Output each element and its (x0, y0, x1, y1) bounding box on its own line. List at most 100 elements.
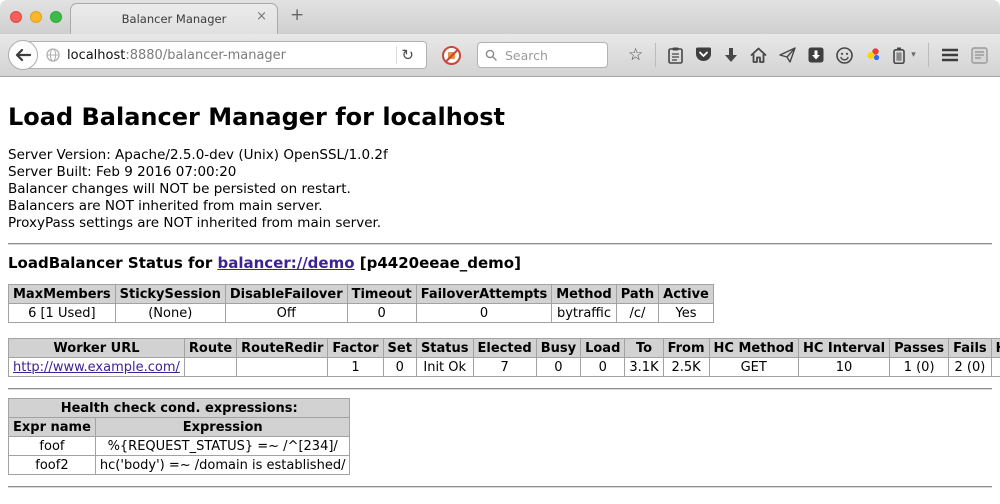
cell-timeout: 0 (347, 304, 416, 323)
plugin-slash (445, 49, 458, 62)
page-content: Load Balancer Manager for localhost Serv… (0, 77, 1000, 504)
health-check-table: Health check cond. expressions: Expr nam… (8, 398, 350, 475)
cell-busy: 0 (536, 358, 580, 377)
balancer-header-row: MaxMembers StickySession DisableFailover… (9, 285, 714, 304)
pocket-icon[interactable] (695, 47, 712, 63)
url-bar[interactable]: localhost:8880/balancer-manager ↻ (23, 41, 427, 69)
col-expr-name: Expr name (9, 418, 96, 437)
col-passes: Passes (890, 339, 949, 358)
reload-icon[interactable]: ↻ (397, 48, 418, 63)
cell-status: Init Ok (416, 358, 473, 377)
cell-hc-interval: 10 (798, 358, 889, 377)
zoom-window-button[interactable] (50, 11, 62, 23)
cell-routeredir (237, 358, 328, 377)
smiley-icon[interactable] (836, 47, 853, 64)
send-page-icon[interactable] (779, 47, 796, 63)
cell-expression-1: %{REQUEST_STATUS} =~ /^[234]/ (95, 437, 350, 456)
toolbar-separator (655, 43, 656, 67)
col-hc-method: HC Method (709, 339, 798, 358)
reading-list-icon[interactable] (668, 47, 683, 64)
new-tab-button[interactable]: + (290, 5, 304, 25)
back-button[interactable] (8, 40, 38, 70)
server-built-line: Server Built: Feb 9 2016 07:00:20 (8, 164, 992, 181)
search-bar[interactable] (477, 42, 608, 68)
cell-set: 0 (383, 358, 416, 377)
close-window-button[interactable] (10, 11, 22, 23)
title-bar: Balancer Manager × + (0, 0, 1000, 34)
health-table-title: Health check cond. expressions: (9, 399, 350, 418)
status-heading-suffix: [p4420eeae_demo] (355, 254, 521, 272)
plugin-blocked-icon[interactable] (442, 46, 461, 65)
cell-method: bytraffic (552, 304, 616, 323)
menu-icon[interactable] (941, 48, 959, 62)
worker-url-link[interactable]: http://www.example.com/ (13, 360, 180, 375)
worker-value-row: http://www.example.com/ 1 0 Init Ok 7 0 … (9, 358, 1000, 377)
col-path: Path (616, 285, 658, 304)
url-domain: localhost (67, 48, 125, 63)
server-version-line: Server Version: Apache/2.5.0-dev (Unix) … (8, 147, 992, 164)
balancer-status-heading: LoadBalancer Status for balancer://demo … (8, 254, 992, 272)
worker-status-table: Worker URL Route RouteRedir Factor Set S… (8, 338, 1000, 377)
col-load: Load (581, 339, 625, 358)
col-active: Active (659, 285, 714, 304)
bookmark-star-icon[interactable]: ☆ (628, 47, 643, 64)
toolbar-icons: ☆ (628, 43, 988, 67)
cell-expression-2: hc('body') =~ /domain is established/ (95, 456, 350, 475)
colored-dots-addon-icon[interactable] (865, 47, 881, 63)
page-title: Load Balancer Manager for localhost (8, 103, 992, 131)
download-helper-icon[interactable] (808, 47, 824, 63)
divider-top (8, 243, 992, 245)
cell-to: 3.1K (625, 358, 663, 377)
minimize-window-button[interactable] (30, 11, 42, 23)
cell-fails: 2 (0) (949, 358, 992, 377)
tab-groups-icon[interactable] (971, 47, 988, 64)
col-set: Set (383, 339, 416, 358)
col-routeredir: RouteRedir (237, 339, 328, 358)
col-hc-interval: HC Interval (798, 339, 889, 358)
balancer-value-row: 6 [1 Used] (None) Off 0 0 bytraffic /c/ … (9, 304, 714, 323)
persist-note-line: Balancer changes will NOT be persisted o… (8, 181, 992, 198)
cell-disablefailover: Off (225, 304, 347, 323)
balancer-link[interactable]: balancer://demo (217, 254, 354, 272)
cell-from: 2.5K (663, 358, 709, 377)
cell-expr-name-2: foof2 (9, 456, 96, 475)
col-busy: Busy (536, 339, 580, 358)
search-input[interactable] (503, 47, 593, 64)
health-row-foof2: foof2 hc('body') =~ /domain is establish… (9, 456, 350, 475)
col-expression: Expression (95, 418, 350, 437)
divider-bottom (8, 486, 992, 488)
tab-close-icon[interactable]: × (256, 10, 267, 23)
health-header-row: Expr name Expression (9, 418, 350, 437)
back-arrow-icon (15, 49, 31, 61)
browser-window: Balancer Manager × + localhost:8880/bala… (0, 0, 1000, 491)
col-to: To (625, 339, 663, 358)
server-info: Server Version: Apache/2.5.0-dev (Unix) … (8, 147, 992, 232)
col-maxmembers: MaxMembers (9, 285, 116, 304)
cell-path: /c/ (616, 304, 658, 323)
cell-worker-url: http://www.example.com/ (9, 358, 185, 377)
battery-addon-icon[interactable] (893, 47, 905, 64)
search-icon (485, 49, 497, 61)
cell-stickysession: (None) (115, 304, 225, 323)
col-failoverattempts: FailoverAttempts (416, 285, 552, 304)
cell-expr-name-1: foof (9, 437, 96, 456)
url-path: :8880/balancer-manager (125, 48, 286, 63)
col-hc-uri: HC uri (991, 339, 1000, 358)
url-text: localhost:8880/balancer-manager (67, 48, 286, 63)
col-fails: Fails (949, 339, 992, 358)
cell-hc-uri (991, 358, 1000, 377)
proxypass-note-line: ProxyPass settings are NOT inherited fro… (8, 215, 992, 232)
worker-header-row: Worker URL Route RouteRedir Factor Set S… (9, 339, 1000, 358)
downloads-icon[interactable] (724, 47, 738, 63)
browser-tab[interactable]: Balancer Manager × (70, 3, 278, 34)
globe-icon (46, 48, 60, 62)
cell-load: 0 (581, 358, 625, 377)
tab-title: Balancer Manager (122, 12, 227, 26)
col-elected: Elected (473, 339, 536, 358)
cell-passes: 1 (0) (890, 358, 949, 377)
cell-active: Yes (659, 304, 714, 323)
home-icon[interactable] (750, 47, 767, 63)
col-stickysession: StickySession (115, 285, 225, 304)
inherit-note-line: Balancers are NOT inherited from main se… (8, 198, 992, 215)
dropdown-caret-icon[interactable]: ▾ (911, 50, 916, 60)
